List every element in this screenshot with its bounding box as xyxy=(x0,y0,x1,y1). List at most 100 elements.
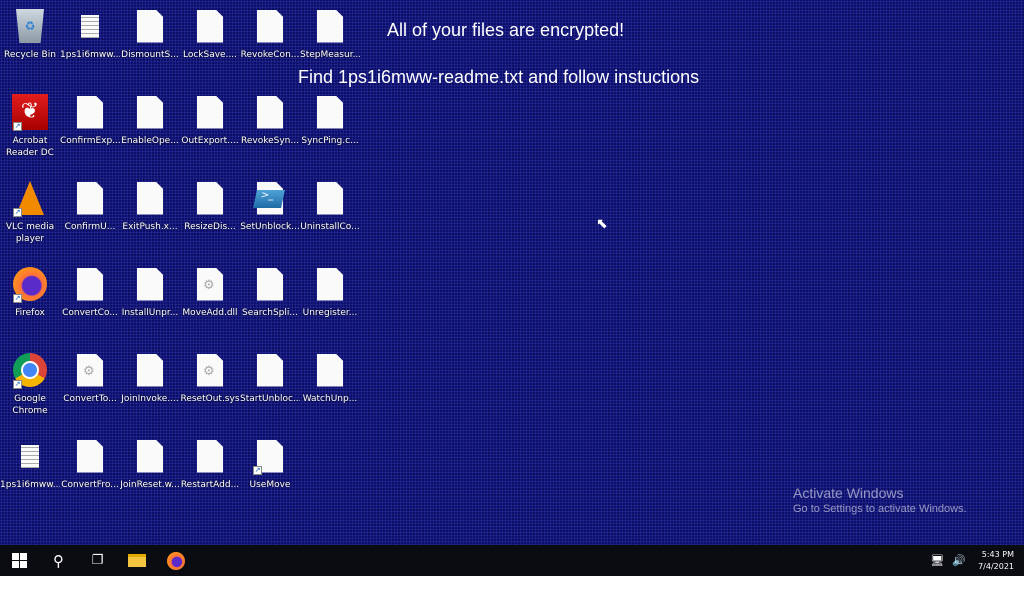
desktop-icon[interactable]: UninstallCo... xyxy=(300,178,360,264)
desktop-icon-label: DismountS... xyxy=(121,50,179,60)
desktop-icon-label: ConfirmExp... xyxy=(60,136,120,146)
desktop[interactable]: ♻ Recycle Bin 1ps1i6mww... DismountS... Lock… xyxy=(0,0,1024,545)
desktop-icon[interactable]: DismountS... xyxy=(120,6,180,92)
desktop-icon-label: StartUnbloc... xyxy=(240,394,300,404)
file-icon xyxy=(197,95,223,129)
desktop-icon-label: RevokeSyn... xyxy=(241,136,299,146)
desktop-icon-label: StepMeasur... xyxy=(300,50,360,60)
file-icon xyxy=(197,439,223,473)
desktop-icon-label: Acrobat Reader DC xyxy=(6,136,54,158)
desktop-icon[interactable]: ConfirmU... xyxy=(60,178,120,264)
desktop-icon-label: JoinInvoke.... xyxy=(121,394,179,404)
desktop-icon[interactable]: ConfirmExp... xyxy=(60,92,120,178)
desktop-icon-label: ResetOut.sys xyxy=(180,394,240,404)
file-icon xyxy=(137,439,163,473)
desktop-icon[interactable]: ResizeDis... xyxy=(180,178,240,264)
file-explorer-button[interactable] xyxy=(117,545,156,576)
file-icon xyxy=(197,181,223,215)
desktop-icon[interactable]: OutExport.... xyxy=(180,92,240,178)
desktop-icon-label: OutExport.... xyxy=(181,136,239,146)
clock[interactable]: 5:43 PM 7/4/2021 xyxy=(978,549,1014,573)
desktop-icon[interactable]: StartUnbloc... xyxy=(240,350,300,436)
desktop-icon[interactable]: ↗ Firefox xyxy=(0,264,60,350)
desktop-icon[interactable]: ↗ Google Chrome xyxy=(0,350,60,436)
volume-icon[interactable]: 🔊 xyxy=(952,554,966,567)
desktop-icon[interactable]: EnableOpe... xyxy=(120,92,180,178)
search-button[interactable]: ⚲ xyxy=(39,545,78,576)
desktop-icon[interactable]: InstallUnpr... xyxy=(120,264,180,350)
file-icon xyxy=(77,95,103,129)
desktop-icon-label: Unregister... xyxy=(302,308,358,318)
desktop-icon-label: Recycle Bin xyxy=(4,50,56,60)
file-icon xyxy=(77,439,103,473)
mouse-cursor-icon: ⬉ xyxy=(596,216,608,232)
desktop-icon[interactable]: SearchSpli... xyxy=(240,264,300,350)
desktop-icon[interactable]: ⚙ MoveAdd.dll xyxy=(180,264,240,350)
shortcut-arrow-icon: ↗ xyxy=(13,294,22,303)
firefox-icon xyxy=(166,551,185,570)
desktop-icon-label: VLC media player xyxy=(5,222,55,244)
windows-logo-icon xyxy=(12,553,27,568)
desktop-icon[interactable]: ConvertCo... xyxy=(60,264,120,350)
recycle-bin-icon: ♻ xyxy=(16,9,44,43)
desktop-icon[interactable]: JoinReset.w... xyxy=(120,436,180,522)
desktop-icon-label: ConfirmU... xyxy=(64,222,116,232)
ransom-message-instruction: Find 1ps1i6mww-readme.txt and follow ins… xyxy=(298,67,700,87)
network-icon[interactable]: 🖥 xyxy=(930,554,944,567)
shortcut-arrow-icon: ↗ xyxy=(13,122,22,131)
desktop-icon[interactable]: 1ps1i6mww... xyxy=(0,436,60,522)
desktop-icon[interactable]: ⚙ ResetOut.sys xyxy=(180,350,240,436)
task-view-button[interactable]: ❐ xyxy=(78,545,117,576)
desktop-icon[interactable]: ExitPush.x... xyxy=(120,178,180,264)
desktop-icon-label: SetUnblock... xyxy=(240,222,300,232)
desktop-icon[interactable]: ♻ Recycle Bin xyxy=(0,6,60,92)
system-file-icon: ⚙ xyxy=(77,353,103,387)
ransom-message-title: All of your files are encrypted! xyxy=(387,20,625,40)
desktop-icon[interactable]: 1ps1i6mww... xyxy=(60,6,120,92)
desktop-icon-label: ConvertCo... xyxy=(62,308,118,318)
desktop-icon[interactable]: RevokeSyn... xyxy=(240,92,300,178)
desktop-icon[interactable]: SyncPing.c... xyxy=(300,92,360,178)
desktop-icon[interactable]: >_ SetUnblock... xyxy=(240,178,300,264)
desktop-icon[interactable]: WatchUnp... xyxy=(300,350,360,436)
desktop-icon[interactable]: Unregister... xyxy=(300,264,360,350)
watermark-title: Activate Windows xyxy=(793,485,904,501)
file-icon xyxy=(137,95,163,129)
desktop-icon-label: UseMove xyxy=(249,480,291,490)
file-icon xyxy=(137,267,163,301)
text-file-icon xyxy=(77,10,103,43)
desktop-icon-label: 1ps1i6mww... xyxy=(60,50,120,60)
file-icon xyxy=(257,9,283,43)
desktop-icon-label: ConvertTo... xyxy=(63,394,117,404)
desktop-icon[interactable]: ↗ UseMove xyxy=(240,436,300,522)
desktop-icon[interactable]: RevokeCon... xyxy=(240,6,300,92)
desktop-icon-label: WatchUnp... xyxy=(302,394,358,404)
file-icon xyxy=(197,9,223,43)
desktop-icon-label: UninstallCo... xyxy=(300,222,360,232)
desktop-icon[interactable]: ⚙ ConvertTo... xyxy=(60,350,120,436)
file-icon xyxy=(317,353,343,387)
desktop-icon-label: JoinReset.w... xyxy=(120,480,180,490)
file-icon xyxy=(317,9,343,43)
desktop-icon[interactable]: ❦ ↗ Acrobat Reader DC xyxy=(0,92,60,178)
system-file-icon: ⚙ xyxy=(197,267,223,301)
system-file-icon: ⚙ xyxy=(197,353,223,387)
desktop-icon[interactable]: RestartAdd... xyxy=(180,436,240,522)
powershell-icon: >_ xyxy=(253,190,285,208)
desktop-icon-label: EnableOpe... xyxy=(121,136,179,146)
firefox-taskbar-button[interactable] xyxy=(156,545,195,576)
desktop-icon[interactable]: JoinInvoke.... xyxy=(120,350,180,436)
watermark-subtitle: Go to Settings to activate Windows. xyxy=(793,503,967,515)
file-icon xyxy=(137,181,163,215)
task-view-icon: ❐ xyxy=(91,553,104,568)
taskbar: ⚲ ❐ 🖥 🔊 5:43 PM 7/4/2021 xyxy=(0,545,1024,576)
text-file-icon xyxy=(17,440,43,473)
desktop-icon[interactable]: ConvertFro... xyxy=(60,436,120,522)
desktop-icon[interactable]: LockSave.... xyxy=(180,6,240,92)
desktop-icon-label: ConvertFro... xyxy=(61,480,119,490)
desktop-icon[interactable]: ↗ VLC media player xyxy=(0,178,60,264)
shortcut-arrow-icon: ↗ xyxy=(13,380,22,389)
file-icon xyxy=(257,95,283,129)
start-button[interactable] xyxy=(0,545,39,576)
clock-date: 7/4/2021 xyxy=(978,561,1014,571)
